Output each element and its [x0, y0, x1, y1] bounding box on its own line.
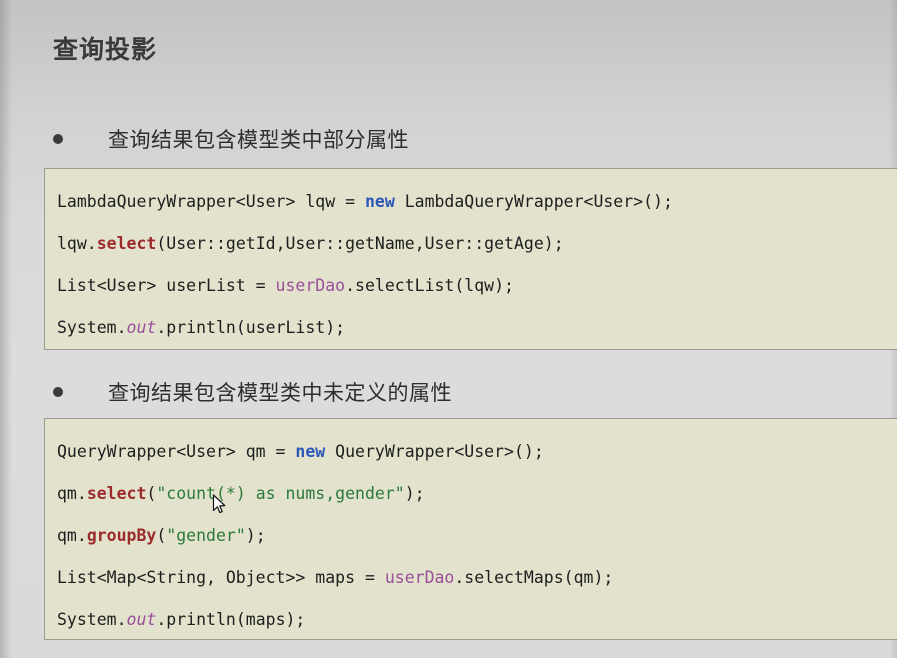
code-line: List<User> userList = userDao.selectList…: [57, 265, 897, 307]
bullet-item-1-label: 查询结果包含模型类中部分属性: [108, 129, 409, 152]
code-token-field: userDao: [384, 568, 455, 587]
code-token-plain: .selectList(lqw);: [345, 276, 514, 295]
code-block-2: QueryWrapper<User> qm = new QueryWrapper…: [44, 418, 897, 640]
code-token-plain: System.: [57, 610, 127, 629]
bullet-item-1: 查询结果包含模型类中部分属性: [53, 124, 409, 154]
code-line: List<Map<String, Object>> maps = userDao…: [57, 557, 897, 599]
code-token-keyword: new: [364, 192, 395, 211]
code-token-plain: QueryWrapper<User>();: [325, 442, 544, 461]
bullet-dot-icon: [53, 387, 63, 397]
left-edge-shading: [0, 0, 12, 658]
bullet-item-2: 查询结果包含模型类中未定义的属性: [53, 377, 452, 407]
slide-canvas: 查询投影 查询结果包含模型类中部分属性 LambdaQueryWrapper<U…: [0, 0, 897, 658]
code-token-plain: .println(userList);: [156, 318, 346, 337]
bullet-item-2-label: 查询结果包含模型类中未定义的属性: [108, 382, 452, 405]
code-token-plain: qm.: [57, 526, 87, 545]
code-token-plain: lqw.: [57, 234, 97, 253]
code-token-plain: System.: [57, 318, 127, 337]
code-token-plain: List<Map<String, Object>> maps =: [57, 568, 385, 587]
code-token-string: "count(*) as nums,gender": [156, 484, 405, 503]
code-token-plain: .println(maps);: [156, 610, 306, 629]
code-line: System.out.println(userList);: [57, 307, 897, 349]
code-token-plain: );: [404, 484, 425, 503]
code-token-plain: (: [146, 484, 157, 503]
code-token-method: select: [96, 234, 157, 253]
code-line: System.out.println(maps);: [57, 599, 897, 639]
code-token-field: userDao: [275, 276, 346, 295]
code-line: LambdaQueryWrapper<User> lqw = new Lambd…: [57, 181, 897, 223]
code-token-plain: (: [156, 526, 167, 545]
code-token-keyword: new: [295, 442, 326, 461]
code-block-1: LambdaQueryWrapper<User> lqw = new Lambd…: [44, 168, 897, 350]
code-token-string: "gender": [166, 526, 246, 545]
code-token-plain: .selectMaps(qm);: [454, 568, 614, 587]
code-token-plain: LambdaQueryWrapper<User> lqw =: [57, 192, 365, 211]
code-token-plain: );: [245, 526, 266, 545]
code-token-static: out: [126, 318, 157, 337]
code-token-plain: List<User> userList =: [57, 276, 276, 295]
bullet-dot-icon: [53, 134, 63, 144]
code-token-static: out: [126, 610, 157, 629]
code-token-plain: qm.: [57, 484, 87, 503]
code-line: QueryWrapper<User> qm = new QueryWrapper…: [57, 431, 897, 473]
code-token-plain: (User::getId,User::getName,User::getAge)…: [156, 234, 564, 253]
code-token-plain: QueryWrapper<User> qm =: [57, 442, 296, 461]
code-token-method: groupBy: [86, 526, 157, 545]
page-title: 查询投影: [53, 36, 158, 64]
code-line: qm.groupBy("gender");: [57, 515, 897, 557]
code-token-method: select: [86, 484, 147, 503]
code-line: qm.select("count(*) as nums,gender");: [57, 473, 897, 515]
code-line: lqw.select(User::getId,User::getName,Use…: [57, 223, 897, 265]
code-token-plain: LambdaQueryWrapper<User>();: [394, 192, 673, 211]
